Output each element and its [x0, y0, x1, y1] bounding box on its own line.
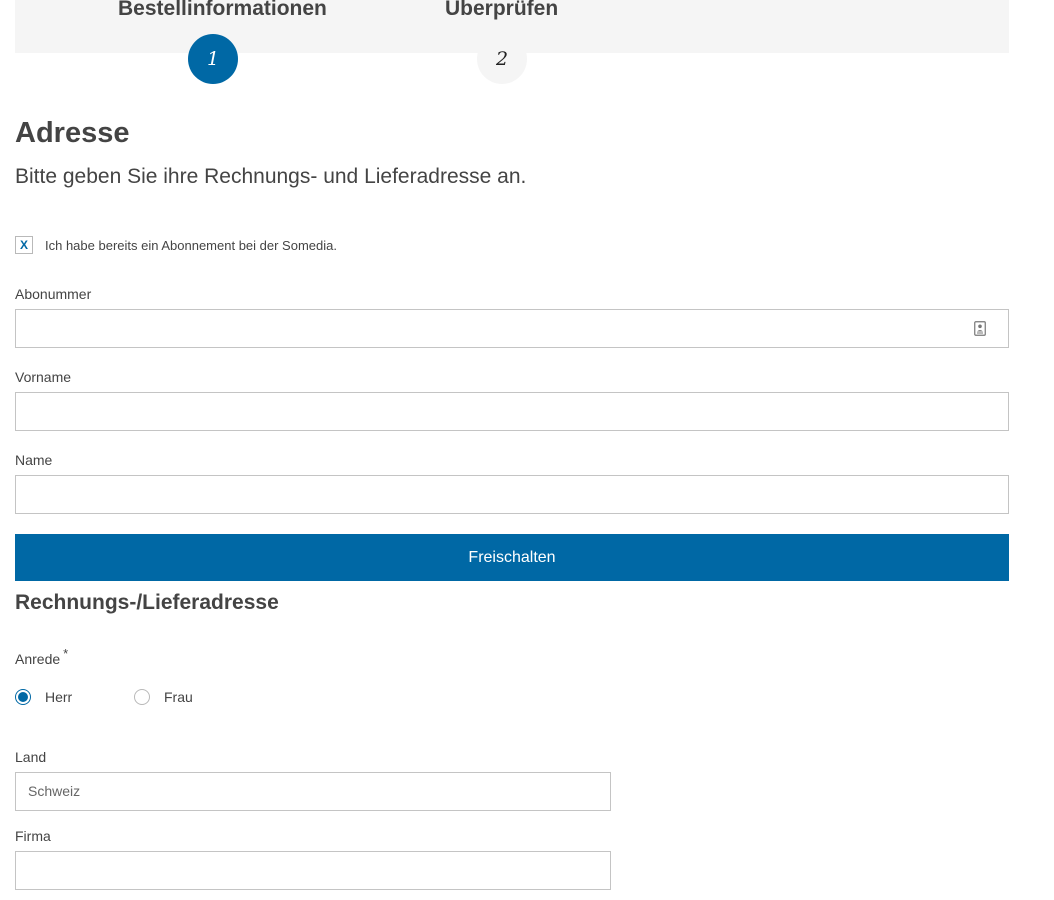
frau-radio[interactable]: [134, 689, 150, 705]
herr-radio-label[interactable]: Herr: [45, 689, 72, 705]
step-label-ueberpruefen[interactable]: Überprüfen: [445, 0, 558, 21]
existing-subscription-label[interactable]: Ich habe bereits ein Abonnement bei der …: [45, 238, 337, 253]
contact-card-icon[interactable]: [974, 321, 986, 336]
salutation-option-frau[interactable]: Frau: [134, 688, 193, 706]
step-number-1[interactable]: 1: [188, 34, 238, 84]
step-number-2[interactable]: 2: [477, 34, 527, 84]
country-select[interactable]: Schweiz: [15, 772, 611, 811]
checkout-page: Bestellinformationen Überprüfen 1 2 Adre…: [0, 0, 1054, 900]
salutation-label-text: Anrede: [15, 651, 61, 667]
name-input[interactable]: [15, 475, 1009, 514]
company-input[interactable]: [15, 851, 611, 890]
company-label: Firma: [15, 828, 51, 844]
salutation-label: Anrede *: [15, 646, 68, 667]
salutation-option-herr[interactable]: Herr: [15, 688, 72, 706]
unlock-button[interactable]: Freischalten: [15, 534, 1009, 581]
vorname-input[interactable]: [15, 392, 1009, 431]
required-mark: *: [63, 646, 69, 661]
billing-section-title: Rechnungs-/Lieferadresse: [15, 591, 279, 614]
page-title: Adresse: [15, 117, 130, 149]
abonummer-label: Abonummer: [15, 286, 92, 302]
frau-radio-label[interactable]: Frau: [164, 689, 193, 705]
existing-subscription-checkbox[interactable]: X: [15, 236, 33, 254]
name-label: Name: [15, 452, 53, 468]
herr-radio[interactable]: [15, 689, 31, 705]
country-label: Land: [15, 749, 47, 765]
existing-subscription-row[interactable]: X Ich habe bereits ein Abonnement bei de…: [15, 235, 337, 255]
page-subtitle: Bitte geben Sie ihre Rechnungs- und Lief…: [15, 165, 527, 188]
abonummer-input[interactable]: [15, 309, 1009, 348]
vorname-label: Vorname: [15, 369, 72, 385]
step-label-bestellinformationen[interactable]: Bestellinformationen: [118, 0, 327, 21]
